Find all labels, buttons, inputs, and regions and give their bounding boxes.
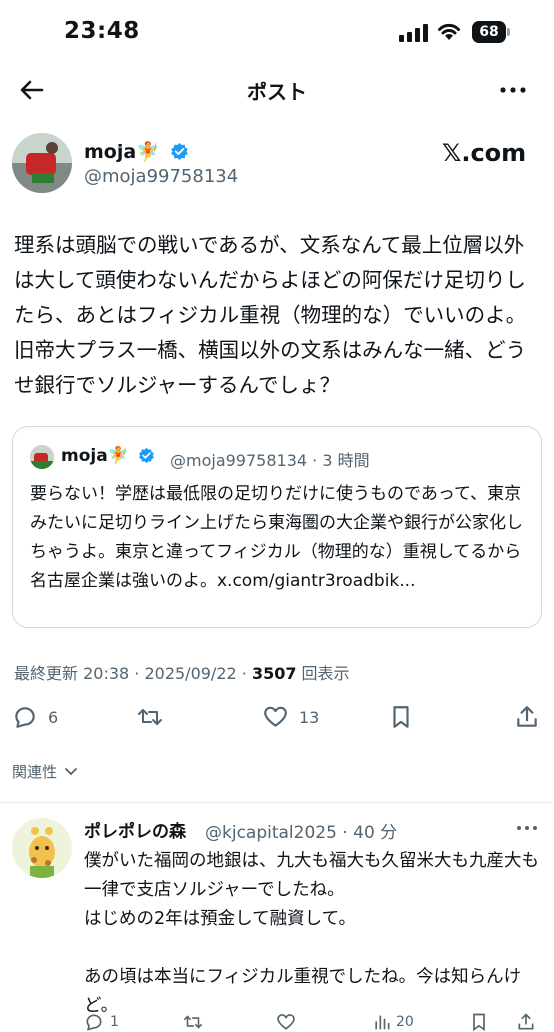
like-button[interactable]: 13 (262, 700, 319, 734)
quote-author-name: moja🧚 (61, 446, 155, 466)
wifi-icon (438, 23, 460, 40)
retweet-icon (138, 709, 162, 725)
source-label: 𝕏.com (442, 139, 527, 167)
post-meta: 最終更新 20:38 · 2025/09/22 · 3507 回表示 (14, 664, 350, 683)
reply-share-button[interactable] (516, 1012, 536, 1032)
retweet-icon (183, 1015, 203, 1029)
quote-author-avatar (30, 445, 54, 469)
more-options-icon[interactable] (498, 80, 528, 100)
reply-icon (86, 1014, 102, 1031)
reply-action-bar: 1 20 (0, 1012, 554, 1032)
cellular-signal-icon (399, 24, 429, 42)
reply-retweet-button[interactable] (182, 1012, 204, 1032)
reply-text: 僕がいた福岡の地銀は、九大も福大も久留米大も九産大も一律で支店ソルジャーでしたね… (84, 851, 539, 1016)
action-bar: 6 13 (0, 700, 554, 734)
reply-like-button[interactable] (276, 1012, 296, 1032)
retweet-button[interactable] (136, 700, 170, 734)
chevron-down-icon (64, 768, 77, 776)
divider (0, 802, 554, 803)
reply-more-icon[interactable] (515, 821, 539, 835)
reply-author-avatar[interactable] (12, 818, 72, 878)
share-icon (517, 706, 537, 727)
page-title: ポスト (247, 80, 307, 104)
reply-reply-button[interactable]: 1 (84, 1012, 119, 1032)
bookmark-icon (393, 706, 409, 728)
author-name[interactable]: moja🧚 (84, 140, 189, 163)
quote-text: 要らない！学歴は最低限の足切りだけに使うものであって、東京みたいに足切りライン上… (30, 484, 523, 591)
bookmark-button[interactable] (389, 700, 413, 734)
share-icon (518, 1013, 534, 1030)
back-arrow-icon[interactable] (18, 76, 46, 104)
battery-cap (507, 28, 510, 36)
reply-author-name[interactable]: ポレポレの森 (84, 817, 186, 842)
view-count: 3507 (251, 664, 297, 683)
author-handle[interactable]: @moja99758134 (84, 166, 238, 187)
quote-handle-time: @moja99758134 · 3 時間 (170, 451, 370, 470)
sort-relevance-dropdown[interactable]: 関連性 (12, 761, 78, 782)
reply-icon (15, 707, 35, 728)
tweet-text: 理系は頭脳での戦いであるが、文系なんて最上位層以外は大して頭使わないんだからよほ… (14, 233, 527, 397)
verified-badge-icon (138, 447, 154, 464)
reply-handle-time: @kjcapital2025 · 40 分 (205, 823, 398, 843)
reply-views-button[interactable]: 20 (372, 1012, 414, 1032)
heart-icon (264, 706, 287, 727)
reply-bookmark-button[interactable] (470, 1012, 488, 1032)
author-avatar[interactable] (12, 133, 72, 193)
reply-button[interactable]: 6 (12, 700, 58, 734)
bookmark-icon (473, 1013, 485, 1032)
share-button[interactable] (514, 700, 540, 734)
status-time: 23:48 (64, 18, 140, 44)
views-icon (375, 1015, 390, 1030)
verified-badge-icon (171, 142, 189, 161)
battery-indicator: 68 (472, 21, 506, 43)
heart-icon (277, 1014, 295, 1030)
